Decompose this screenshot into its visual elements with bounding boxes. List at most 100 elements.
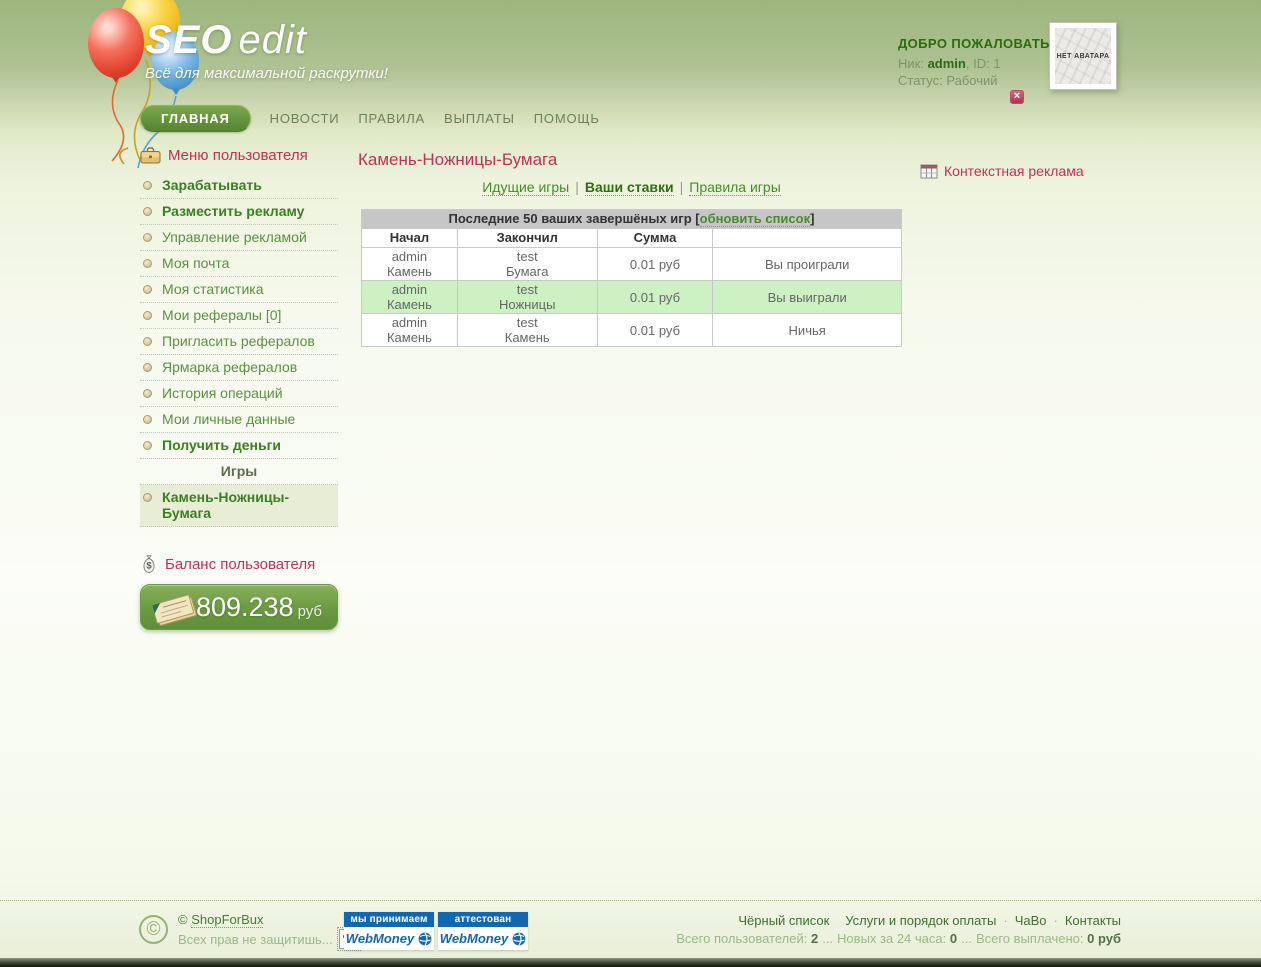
balance-amount: 809.238 — [195, 591, 294, 622]
ad-grid-icon — [920, 164, 938, 178]
money-bag-icon: $ — [143, 555, 155, 574]
nav-item-home[interactable]: ГЛАВНАЯ — [140, 105, 251, 132]
footer-link-services[interactable]: Услуги и порядок оплаты — [845, 913, 996, 928]
webmoney-certified-badge[interactable]: аттестован WebMoney — [438, 912, 528, 950]
bullet-icon — [143, 441, 152, 450]
finisher-cell: test Камень — [456, 313, 598, 347]
sidebar-item-my-stats[interactable]: Моя статистика — [140, 277, 338, 303]
sidebar-section-games: Игры — [140, 459, 338, 485]
copyright-block: © ShopForBux Всех прав не защитишь... — [178, 912, 361, 951]
tab-game-rules[interactable]: Правила игры — [689, 179, 781, 196]
column-header-started: Начал — [361, 228, 458, 248]
welcome-nick-row: Ник: admin, ID: 1 — [898, 56, 1001, 71]
nav-item-news[interactable]: НОВОСТИ — [270, 111, 340, 126]
bottom-shadow-band — [0, 958, 1261, 967]
welcome-block: ДОБРО ПОЖАЛОВАТЬ Ник: admin, ID: 1 Стату… — [898, 36, 1050, 88]
sidebar-item-manage-ads[interactable]: Управление рекламой — [140, 225, 338, 251]
finisher-cell: test Бумага — [456, 247, 598, 281]
close-icon[interactable]: × — [1010, 90, 1024, 104]
sidebar-item-my-mail[interactable]: Моя почта — [140, 251, 338, 277]
nav-item-help[interactable]: ПОМОЩЬ — [534, 111, 600, 126]
site-logo[interactable]: SEO edit Всё для максимальной раскрутки! — [145, 18, 388, 82]
cheque-icon — [151, 594, 197, 626]
tab-your-bets[interactable]: Ваши ставки — [584, 179, 674, 196]
page-title: Камень-Ножницы-Бумага — [358, 150, 558, 169]
footer-link-contacts[interactable]: Контакты — [1065, 913, 1121, 928]
sidebar-item-referral-market[interactable]: Ярмарка рефералов — [140, 355, 338, 381]
sidebar-item-invite-referrals[interactable]: Пригласить рефералов — [140, 329, 338, 355]
refresh-list-link[interactable]: обновить список — [699, 211, 811, 227]
bullet-icon — [143, 363, 152, 372]
main-nav: ГЛАВНАЯ НОВОСТИ ПРАВИЛА ВЫПЛАТЫ ПОМОЩЬ — [140, 105, 600, 132]
welcome-status-row: Статус: Рабочий — [898, 73, 998, 88]
sidebar-item-earn[interactable]: Зарабатывать — [140, 173, 338, 199]
table-header-row: Начал Закончил Сумма — [361, 228, 902, 248]
avatar: НЕТ АВАТАРА — [1049, 22, 1117, 90]
bullet-icon — [143, 311, 152, 320]
webmoney-globe-icon — [512, 932, 526, 945]
bullet-icon — [143, 337, 152, 346]
balance-title: $ Баланс пользователя — [140, 554, 338, 574]
starter-cell: admin Камень — [361, 280, 458, 314]
bullet-icon — [143, 415, 152, 424]
balance-button[interactable]: 809.238 руб — [140, 584, 338, 630]
page: SEO edit Всё для максимальной раскрутки! … — [0, 0, 1261, 967]
webmoney-brand: WebMoney — [439, 931, 509, 946]
finished-games-table: Последние 50 ваших завершёных игр [обнов… — [361, 209, 902, 347]
sidebar-item-withdraw[interactable]: Получить деньги — [140, 433, 338, 459]
sidebar-item-operation-history[interactable]: История операций — [140, 381, 338, 407]
result-cell: Ничья — [712, 313, 902, 347]
nav-item-payouts[interactable]: ВЫПЛАТЫ — [444, 111, 515, 126]
copyright-note-line: Всех прав не защитишь... — [178, 927, 361, 951]
stat-total-users: 2 — [810, 931, 819, 946]
sidebar-item-my-referrals[interactable]: Мои рефералы [0] — [140, 303, 338, 329]
amount-cell: 0.01 руб — [596, 247, 714, 281]
table-caption: Последние 50 ваших завершёных игр [обнов… — [361, 209, 902, 229]
bullet-icon — [143, 389, 152, 398]
column-header-result — [712, 228, 902, 248]
user-status: Рабочий — [946, 73, 998, 88]
sidebar-item-personal-data[interactable]: Мои личные данные — [140, 407, 338, 433]
nav-item-rules[interactable]: ПРАВИЛА — [358, 111, 425, 126]
column-header-amount: Сумма — [596, 228, 714, 248]
copyright-circle-icon: © — [139, 915, 168, 944]
bullet-icon — [143, 259, 152, 268]
webmoney-brand: WebMoney — [345, 931, 415, 946]
result-cell: Вы выиграли — [712, 280, 902, 314]
starter-cell: admin Камень — [361, 247, 458, 281]
game-tabs: Идущие игры | Ваши ставки | Правила игры — [482, 179, 781, 196]
result-cell: Вы проиграли — [712, 247, 902, 281]
amount-cell: 0.01 руб — [596, 313, 714, 347]
sidebar-item-rock-paper-scissors[interactable]: Камень-Ножницы-Бумага — [140, 485, 338, 527]
table-row: admin Камень test Камень 0.01 руб Ничья — [361, 313, 902, 347]
balance-currency: руб — [297, 602, 323, 620]
user-menu-title-label: Меню пользователя — [168, 147, 308, 164]
footer-link-blacklist[interactable]: Чёрный список — [738, 913, 829, 928]
tab-running-games[interactable]: Идущие игры — [482, 179, 570, 196]
user-nick: admin — [927, 56, 966, 71]
svg-text:$: $ — [146, 561, 152, 572]
logo-tagline: Всё для максимальной раскрутки! — [145, 65, 388, 82]
copyright-line: © ShopForBux — [178, 912, 264, 928]
briefcase-icon — [140, 147, 161, 164]
shopforbux-link[interactable]: ShopForBux — [191, 912, 264, 928]
footer-links: Чёрный список Услуги и порядок оплаты · ЧаВ… — [738, 913, 1121, 928]
webmoney-accept-badge[interactable]: мы принимаем WebMoney — [344, 912, 434, 950]
welcome-title: ДОБРО ПОЖАЛОВАТЬ — [898, 36, 1050, 51]
column-header-finished: Закончил — [456, 228, 598, 248]
table-caption-row: Последние 50 ваших завершёных игр [обнов… — [361, 209, 902, 229]
user-menu-title: Меню пользователя — [140, 147, 338, 164]
bullet-icon — [143, 181, 152, 190]
sidebar-item-place-ads[interactable]: Разместить рекламу — [140, 199, 338, 225]
context-ad-label: Контекстная реклама — [944, 163, 1084, 179]
context-ad-header: Контекстная реклама — [920, 163, 1084, 179]
footer-link-faq[interactable]: ЧаВо — [1015, 913, 1047, 928]
starter-cell: admin Камень — [361, 313, 458, 347]
table-row: admin Камень test Бумага 0.01 руб Вы проиг… — [361, 247, 902, 281]
logo-title: SEO edit — [145, 18, 307, 62]
no-avatar-placeholder: НЕТ АВАТАРА — [1055, 28, 1111, 84]
table-row: admin Камень test Ножницы 0.01 руб Вы выиг… — [361, 280, 902, 314]
sidebar: Меню пользователя Зарабатывать Разместит… — [140, 147, 338, 630]
footer-right: Чёрный список Услуги и порядок оплаты · ЧаВ… — [676, 913, 1121, 946]
stat-total-paid: 0 руб — [1087, 931, 1121, 946]
